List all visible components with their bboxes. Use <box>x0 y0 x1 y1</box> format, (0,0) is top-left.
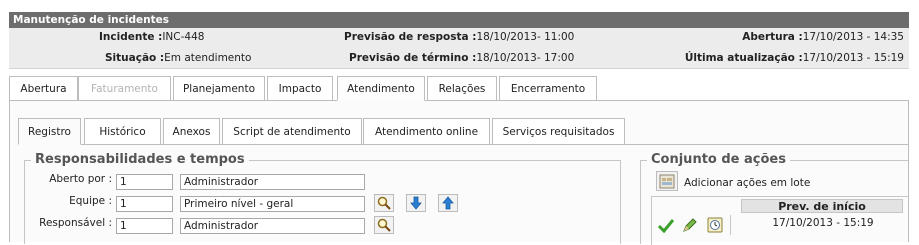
tab-registro[interactable]: Registro <box>18 118 81 145</box>
equipe-move-up-button[interactable] <box>438 194 458 212</box>
tab-encerramento[interactable]: Encerramento <box>499 76 597 101</box>
abertura-value: 17/10/2013 - 14:35 <box>802 31 904 43</box>
tab-script-atendimento[interactable]: Script de atendimento <box>222 118 362 145</box>
checkmark-icon[interactable] <box>658 218 674 233</box>
add-batch-actions-button[interactable] <box>656 171 678 191</box>
batch-actions-icon <box>659 174 675 188</box>
incidente-value: INC-448 <box>162 31 205 43</box>
tab-abertura[interactable]: Abertura <box>9 76 78 101</box>
situacao-value: Em atendimento <box>164 52 252 64</box>
table-row[interactable]: 17/10/2013 - 15:19 <box>652 215 910 235</box>
tab-impacto[interactable]: Impacto <box>267 76 333 101</box>
tab-relacoes[interactable]: Relações <box>427 76 497 101</box>
tab-servicos-requisitados[interactable]: Serviços requisitados <box>492 118 625 145</box>
prev-resposta-info: Previsão de resposta :18/10/2013- 11:00 <box>344 31 574 43</box>
ultima-atualizacao-label: Última atualização : <box>684 52 803 64</box>
abertura-label: Abertura : <box>742 31 803 43</box>
abertura-info: Abertura :17/10/2013 - 14:35 <box>742 31 904 43</box>
responsabilidades-legend: Responsabilidades e tempos <box>31 152 249 167</box>
row-prev-inicio: 17/10/2013 - 15:19 <box>772 217 874 229</box>
tab-faturamento[interactable]: Faturamento <box>78 76 171 101</box>
tab-atendimento-online[interactable]: Atendimento online <box>363 118 490 145</box>
prev-resposta-label: Previsão de resposta : <box>344 31 477 43</box>
situacao-info: Situação :Em atendimento <box>105 52 251 64</box>
equipe-move-down-button[interactable] <box>406 194 426 212</box>
prev-resposta-value: 18/10/2013- 11:00 <box>476 31 575 43</box>
aberto-por-label: Aberto por : <box>49 173 112 185</box>
prev-termino-label: Previsão de término : <box>349 52 477 64</box>
sub-tabs: Registro Histórico Anexos Script de aten… <box>18 118 908 145</box>
tab-planejamento[interactable]: Planejamento <box>173 76 265 101</box>
clock-icon[interactable] <box>707 217 723 233</box>
magnifier-icon <box>377 218 391 232</box>
arrow-up-icon <box>442 196 454 210</box>
ultima-atualizacao-info: Última atualização :17/10/2013 - 15:19 <box>685 52 904 64</box>
incidente-info: Incidente :INC-448 <box>99 31 204 43</box>
responsavel-code-input[interactable] <box>116 218 173 234</box>
aberto-por-code-input[interactable] <box>116 174 173 190</box>
equipe-name-input[interactable] <box>180 196 365 212</box>
tab-anexos[interactable]: Anexos <box>163 118 220 145</box>
main-tabs: Abertura Faturamento Planejamento Impact… <box>9 76 909 101</box>
magnifier-icon <box>377 196 391 210</box>
equipe-code-input[interactable] <box>116 196 173 212</box>
edit-action-icon[interactable] <box>682 217 698 233</box>
incident-info-panel: Incidente :INC-448 Situação :Em atendime… <box>9 28 909 69</box>
tab-atendimento[interactable]: Atendimento <box>337 76 425 101</box>
actions-grid: Prev. de início 17/10/2013 - 15:19 <box>651 196 909 245</box>
prev-termino-info: Previsão de término :18/10/2013- 17:00 <box>349 52 574 64</box>
atendimento-panel: Registro Histórico Anexos Script de aten… <box>9 100 909 245</box>
aberto-por-name-input[interactable] <box>180 174 365 190</box>
ultima-atualizacao-value: 17/10/2013 - 15:19 <box>802 52 904 64</box>
acoes-fieldset: Conjunto de ações Adicionar ações em lot… <box>640 152 909 245</box>
incidente-label: Incidente : <box>99 31 163 43</box>
tab-historico[interactable]: Histórico <box>84 118 161 145</box>
acoes-legend: Conjunto de ações <box>647 152 790 167</box>
responsavel-label: Responsável : <box>39 217 112 229</box>
add-batch-actions-label[interactable]: Adicionar ações em lote <box>684 177 810 189</box>
equipe-label: Equipe : <box>69 195 112 207</box>
equipe-search-button[interactable] <box>374 194 394 212</box>
responsavel-name-input[interactable] <box>180 218 365 234</box>
situacao-label: Situação : <box>105 52 165 64</box>
window-title: Manutenção de incidentes <box>9 12 909 28</box>
grid-header-prev-inicio: Prev. de início <box>741 199 903 213</box>
responsavel-search-button[interactable] <box>374 216 394 234</box>
registro-panel: Responsabilidades e tempos Aberto por : … <box>18 144 909 245</box>
prev-termino-value: 18/10/2013- 17:00 <box>476 52 575 64</box>
arrow-down-icon <box>410 196 422 210</box>
responsabilidades-fieldset: Responsabilidades e tempos Aberto por : … <box>24 152 621 244</box>
